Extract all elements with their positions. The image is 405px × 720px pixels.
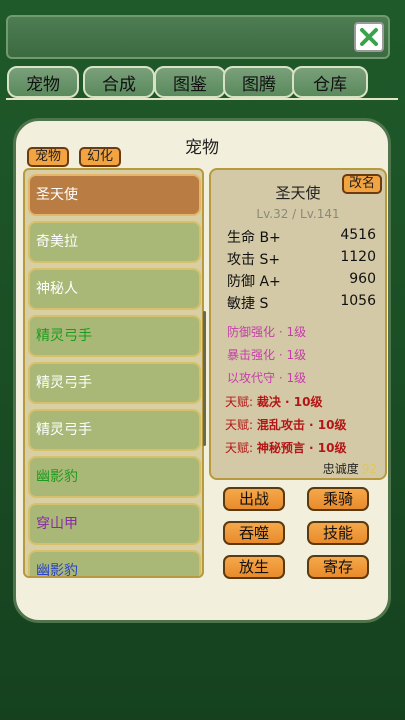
release-button[interactable]: 放生 bbox=[223, 555, 285, 579]
stat-value: 4516 bbox=[340, 227, 376, 243]
panel-title: 宠物 bbox=[185, 138, 219, 158]
loyalty-label: 忠诚度 bbox=[322, 462, 359, 476]
stat-attack: 攻击 S+ 1120 bbox=[227, 249, 376, 269]
tab-totem[interactable]: 图腾 bbox=[223, 66, 295, 98]
deploy-button[interactable]: 出战 bbox=[223, 487, 285, 511]
talent-item: 天赋: 神秘预言 · 10级 bbox=[225, 439, 347, 456]
stat-label: 攻击 S+ bbox=[227, 252, 281, 268]
tab-warehouse[interactable]: 仓库 bbox=[292, 66, 368, 98]
stat-defense: 防御 A+ 960 bbox=[227, 271, 376, 291]
devour-button[interactable]: 吞噬 bbox=[223, 521, 285, 545]
stat-agility: 敏捷 S 1056 bbox=[227, 293, 376, 313]
list-item[interactable]: 幽影豹 bbox=[28, 550, 201, 576]
list-item[interactable]: 幽影豹 bbox=[28, 456, 201, 498]
list-item[interactable]: 神秘人 bbox=[28, 268, 201, 310]
pet-name: 圣天使 bbox=[275, 184, 321, 202]
pet-level: Lv.32 / Lv.141 bbox=[256, 207, 340, 221]
skill-item: 以攻代守 · 1级 bbox=[227, 371, 307, 385]
close-icon bbox=[360, 28, 378, 46]
list-item[interactable]: 穿山甲 bbox=[28, 503, 201, 545]
close-button[interactable] bbox=[354, 22, 384, 52]
tab-encyclopedia[interactable]: 图鉴 bbox=[154, 66, 226, 98]
store-button[interactable]: 寄存 bbox=[307, 555, 369, 579]
stat-value: 960 bbox=[349, 271, 376, 287]
list-item[interactable]: 精灵弓手 bbox=[28, 315, 201, 357]
talent-item: 天赋: 混乱攻击 · 10级 bbox=[225, 416, 347, 433]
filter-pet-button[interactable]: 宠物 bbox=[27, 147, 70, 167]
list-item[interactable]: 精灵弓手 bbox=[28, 409, 201, 451]
stat-hp: 生命 B+ 4516 bbox=[227, 227, 376, 247]
talent-prefix: 天赋: bbox=[225, 441, 254, 455]
tab-synthesis[interactable]: 合成 bbox=[83, 66, 155, 98]
tab-pets[interactable]: 宠物 bbox=[7, 66, 79, 98]
skill-item: 防御强化 · 1级 bbox=[227, 325, 307, 339]
top-bar bbox=[6, 15, 390, 59]
loyalty-value: 92 bbox=[361, 462, 377, 476]
list-item[interactable]: 圣天使 bbox=[28, 174, 201, 216]
talent-name: 神秘预言 · 10级 bbox=[256, 441, 347, 455]
pet-list[interactable]: 圣天使 奇美拉 神秘人 精灵弓手 精灵弓手 精灵弓手 幽影豹 穿山甲 幽影豹 bbox=[23, 168, 204, 578]
stat-label: 防御 A+ bbox=[227, 274, 281, 290]
stat-value: 1056 bbox=[340, 293, 376, 309]
talent-name: 裁决 · 10级 bbox=[256, 395, 323, 409]
skill-item: 暴击强化 · 1级 bbox=[227, 348, 307, 362]
list-scrollbar[interactable] bbox=[203, 311, 206, 446]
nav-tabs: 宠物 合成 图鉴 图腾 仓库 bbox=[7, 66, 399, 98]
stat-value: 1120 bbox=[340, 249, 376, 265]
stat-label: 生命 B+ bbox=[227, 230, 281, 246]
pet-details: 改名 圣天使 Lv.32 / Lv.141 生命 B+ 4516 攻击 S+ 1… bbox=[209, 168, 387, 480]
talent-item: 天赋: 裁决 · 10级 bbox=[225, 393, 323, 410]
tab-divider bbox=[6, 98, 398, 100]
ride-button[interactable]: 乘骑 bbox=[307, 487, 369, 511]
talent-prefix: 天赋: bbox=[225, 418, 254, 432]
talent-prefix: 天赋: bbox=[225, 395, 254, 409]
pet-panel: 宠物 宠物 幻化 圣天使 奇美拉 神秘人 精灵弓手 精灵弓手 精灵弓手 幽影豹 … bbox=[13, 118, 391, 623]
talent-name: 混乱攻击 · 10级 bbox=[256, 418, 347, 432]
loyalty: 忠诚度 92 bbox=[323, 460, 377, 477]
list-item[interactable]: 精灵弓手 bbox=[28, 362, 201, 404]
stat-label: 敏捷 S bbox=[227, 296, 269, 312]
list-item[interactable]: 奇美拉 bbox=[28, 221, 201, 263]
filter-transform-button[interactable]: 幻化 bbox=[79, 147, 122, 167]
skill-button[interactable]: 技能 bbox=[307, 521, 369, 545]
